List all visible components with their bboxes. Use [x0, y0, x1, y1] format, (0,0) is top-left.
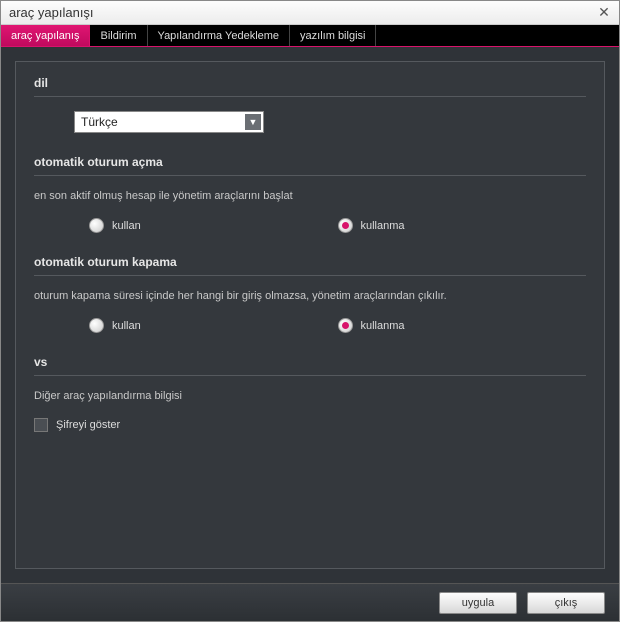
auto-logout-desc: oturum kapama süresi içinde her hangi bi…	[34, 290, 586, 302]
section-language: dil Türkçe ▼	[34, 76, 586, 133]
section-title-auto-logout: otomatik oturum kapama	[34, 255, 586, 276]
checkbox-show-password[interactable]	[34, 418, 48, 432]
close-button[interactable]: ✕	[595, 4, 613, 22]
auto-logout-radio-row: kullan kullanma	[34, 318, 586, 333]
checkbox-label-show-password: Şifreyi göster	[56, 419, 120, 431]
language-select-value: Türkçe	[81, 115, 118, 129]
tab-bar: araç yapılanış Bildirim Yapılandırma Yed…	[1, 25, 619, 47]
radio-auto-login-dont-use[interactable]	[338, 218, 353, 233]
titlebar: araç yapılanışı ✕	[1, 1, 619, 25]
section-auto-login: otomatik oturum açma en son aktif olmuş …	[34, 155, 586, 233]
tab-label: araç yapılanış	[11, 30, 79, 42]
radio-auto-logout-dont-use[interactable]	[338, 318, 353, 333]
chevron-down-icon: ▼	[245, 114, 261, 130]
tab-label: Bildirim	[100, 30, 136, 42]
content-area: dil Türkçe ▼ otomatik oturum açma en son…	[1, 47, 619, 583]
close-icon: ✕	[598, 4, 610, 21]
settings-panel: dil Türkçe ▼ otomatik oturum açma en son…	[15, 61, 605, 569]
tab-tool-config[interactable]: araç yapılanış	[1, 25, 90, 46]
tab-label: yazılım bilgisi	[300, 30, 365, 42]
auto-login-desc: en son aktif olmuş hesap ile yönetim ara…	[34, 190, 586, 202]
section-title-misc: vs	[34, 355, 586, 376]
button-label: çıkış	[555, 597, 578, 609]
auto-login-radio-row: kullan kullanma	[34, 218, 586, 233]
section-auto-logout: otomatik oturum kapama oturum kapama sür…	[34, 255, 586, 333]
radio-label-dont-use: kullanma	[361, 220, 405, 232]
section-misc: vs Diğer araç yapılandırma bilgisi Şifre…	[34, 355, 586, 432]
tab-software-info[interactable]: yazılım bilgisi	[290, 25, 376, 46]
button-label: uygula	[462, 597, 494, 609]
radio-label-dont-use: kullanma	[361, 320, 405, 332]
radio-label-use: kullan	[112, 320, 141, 332]
show-password-row: Şifreyi göster	[34, 418, 586, 432]
tab-notification[interactable]: Bildirim	[90, 25, 147, 46]
window-title: araç yapılanışı	[9, 5, 94, 20]
radio-label-use: kullan	[112, 220, 141, 232]
settings-window: araç yapılanışı ✕ araç yapılanış Bildiri…	[0, 0, 620, 622]
section-title-auto-login: otomatik oturum açma	[34, 155, 586, 176]
footer-bar: uygula çıkış	[1, 583, 619, 621]
radio-auto-login-use[interactable]	[89, 218, 104, 233]
misc-desc: Diğer araç yapılandırma bilgisi	[34, 390, 586, 402]
language-select[interactable]: Türkçe ▼	[74, 111, 264, 133]
apply-button[interactable]: uygula	[439, 592, 517, 614]
exit-button[interactable]: çıkış	[527, 592, 605, 614]
section-title-language: dil	[34, 76, 586, 97]
tab-config-backup[interactable]: Yapılandırma Yedekleme	[148, 25, 291, 46]
radio-auto-logout-use[interactable]	[89, 318, 104, 333]
tab-label: Yapılandırma Yedekleme	[158, 30, 280, 42]
